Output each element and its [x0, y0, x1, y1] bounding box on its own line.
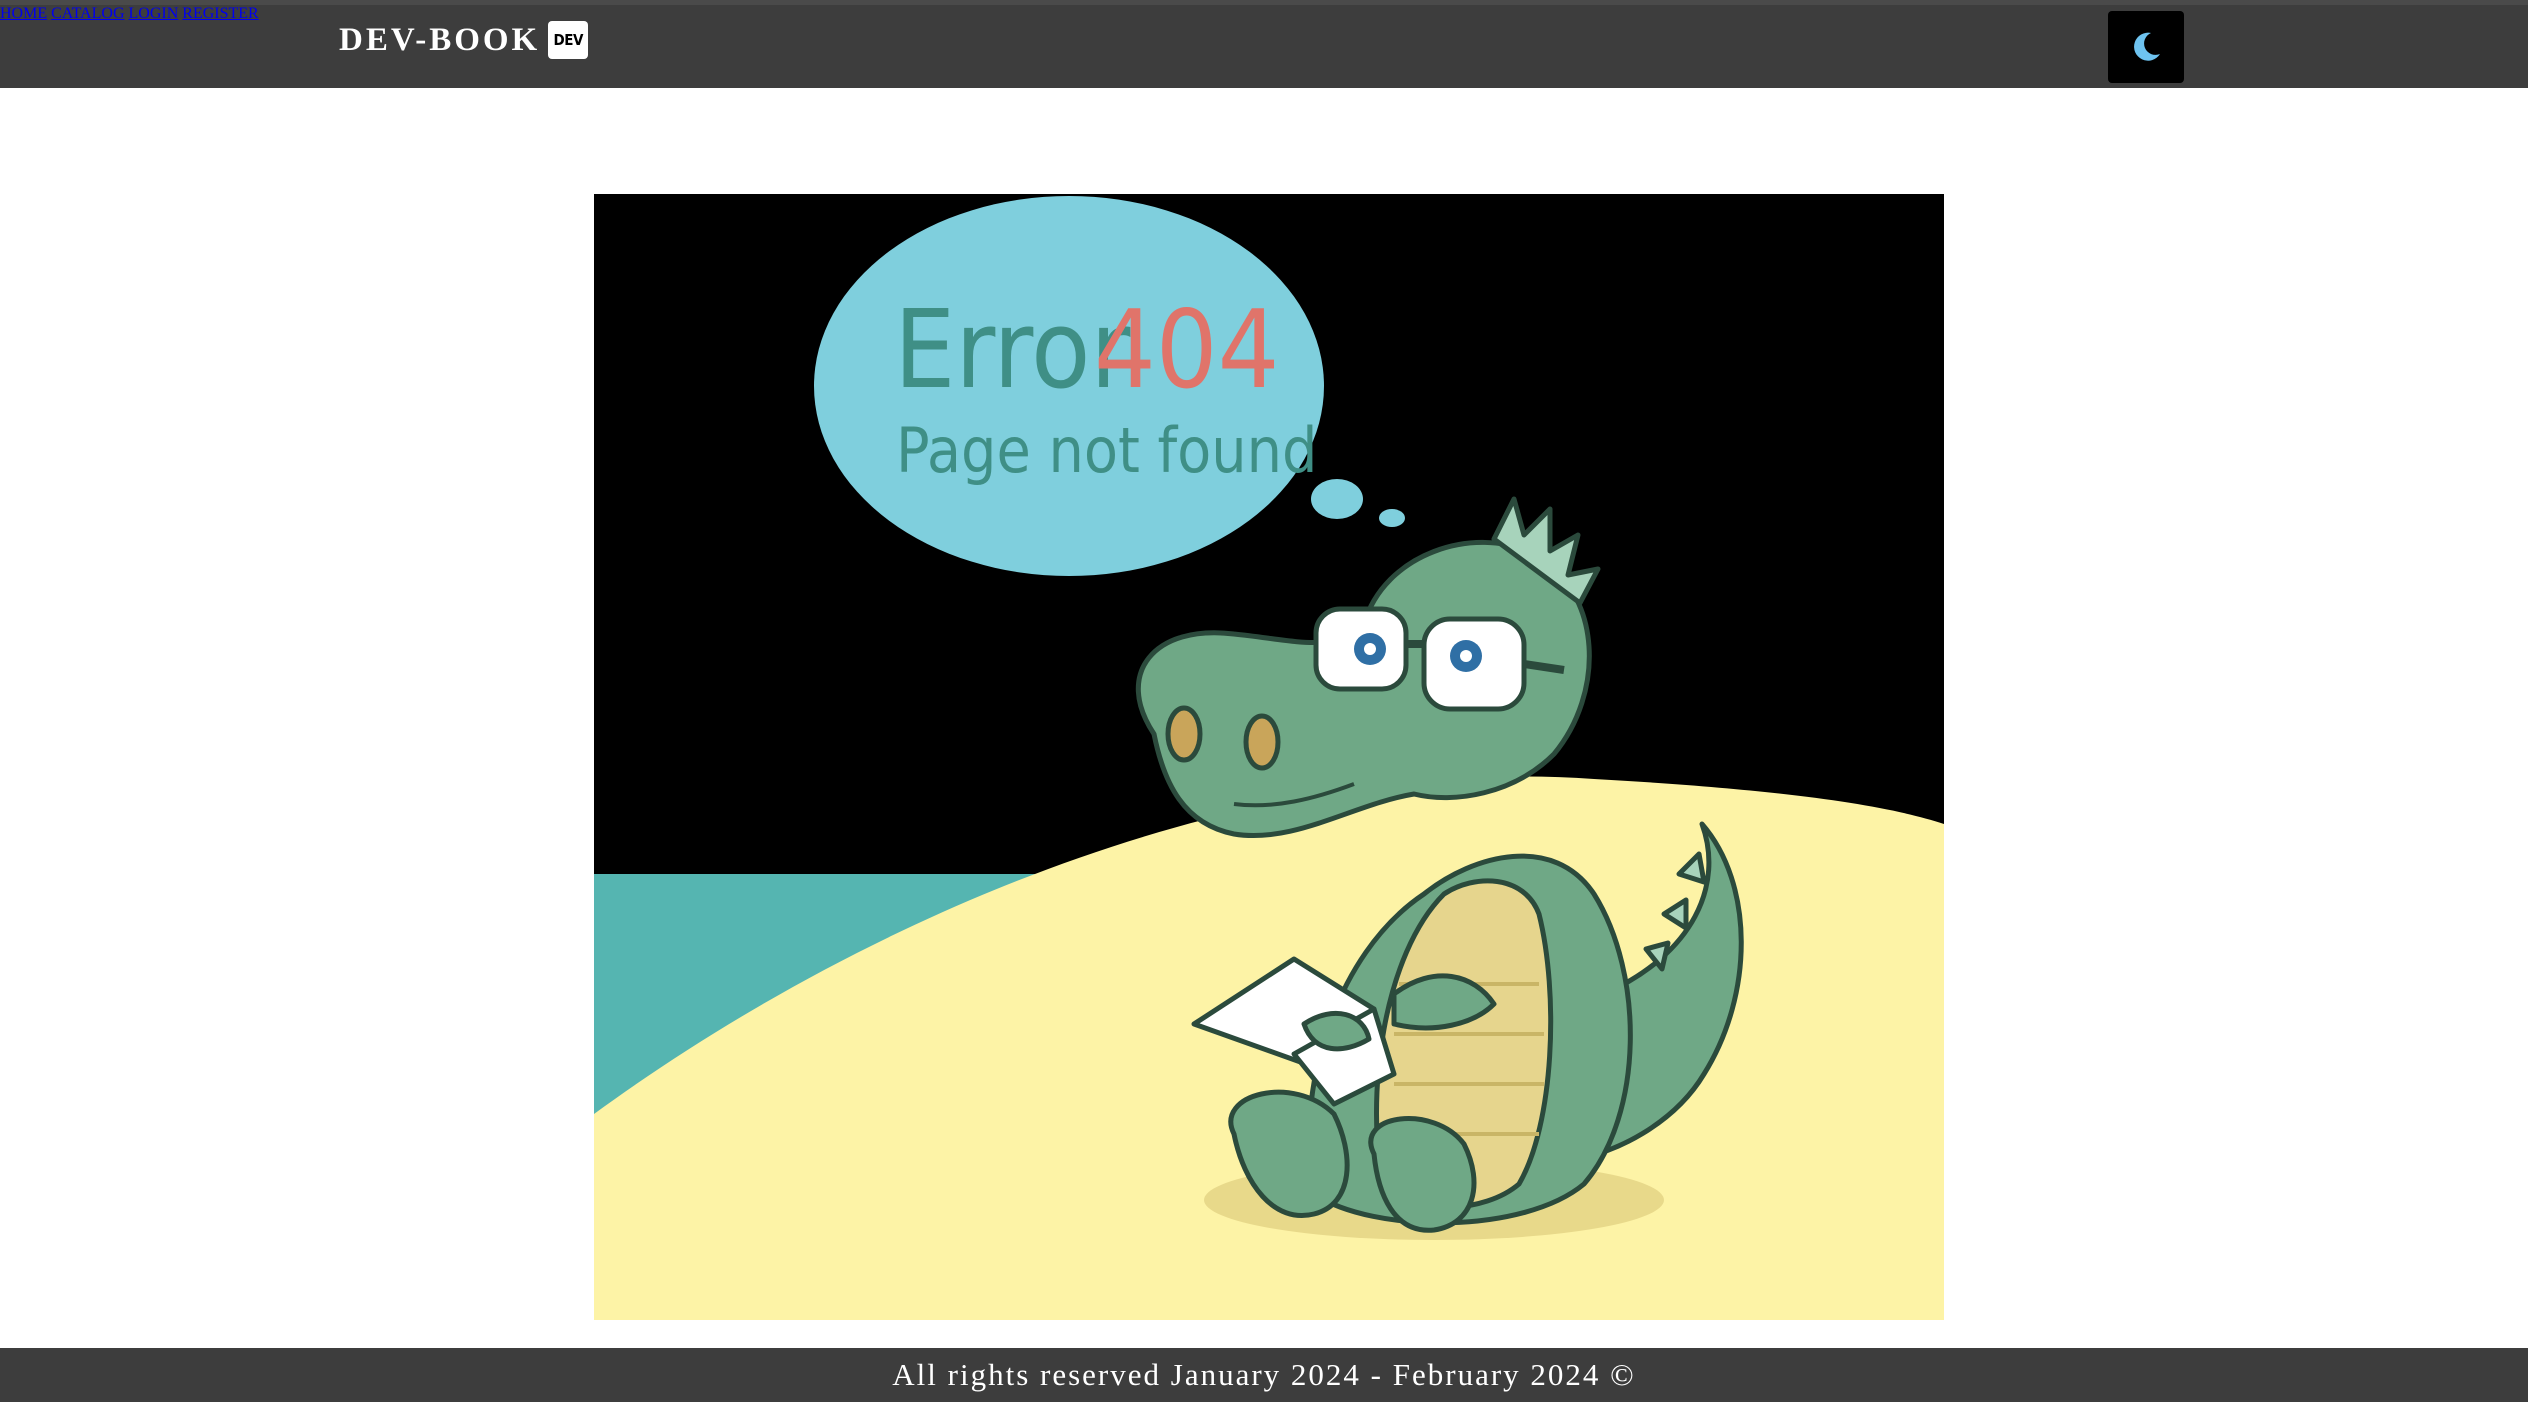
brand-logo[interactable]: DEV-BOOK DEV [339, 21, 589, 59]
thought-bubble: Error 404 Page not found [814, 196, 1405, 576]
top-navbar: DEV-BOOK DEV HOME CATALOG LOGIN REGISTER [0, 0, 2528, 88]
nav-catalog-link[interactable]: CATALOG [51, 5, 124, 22]
error-code-text: 404 [1094, 288, 1279, 413]
page-footer: All rights reserved January 2024 - Febru… [0, 1348, 2528, 1402]
nav-login-link[interactable]: LOGIN [129, 5, 179, 22]
nav-register-link[interactable]: REGISTER [182, 5, 258, 22]
error-404-illustration: Error 404 Page not found [594, 194, 1944, 1320]
copyright-text: All rights reserved January 2024 - Febru… [892, 1357, 1636, 1392]
moon-icon [2134, 32, 2160, 61]
nav-home-link[interactable]: HOME [0, 5, 47, 22]
dev-badge-icon: DEV [548, 21, 589, 59]
brand-name[interactable]: DEV-BOOK [339, 22, 540, 59]
page-not-found-text: Page not found [896, 414, 1317, 487]
theme-toggle-button[interactable] [2108, 11, 2184, 83]
